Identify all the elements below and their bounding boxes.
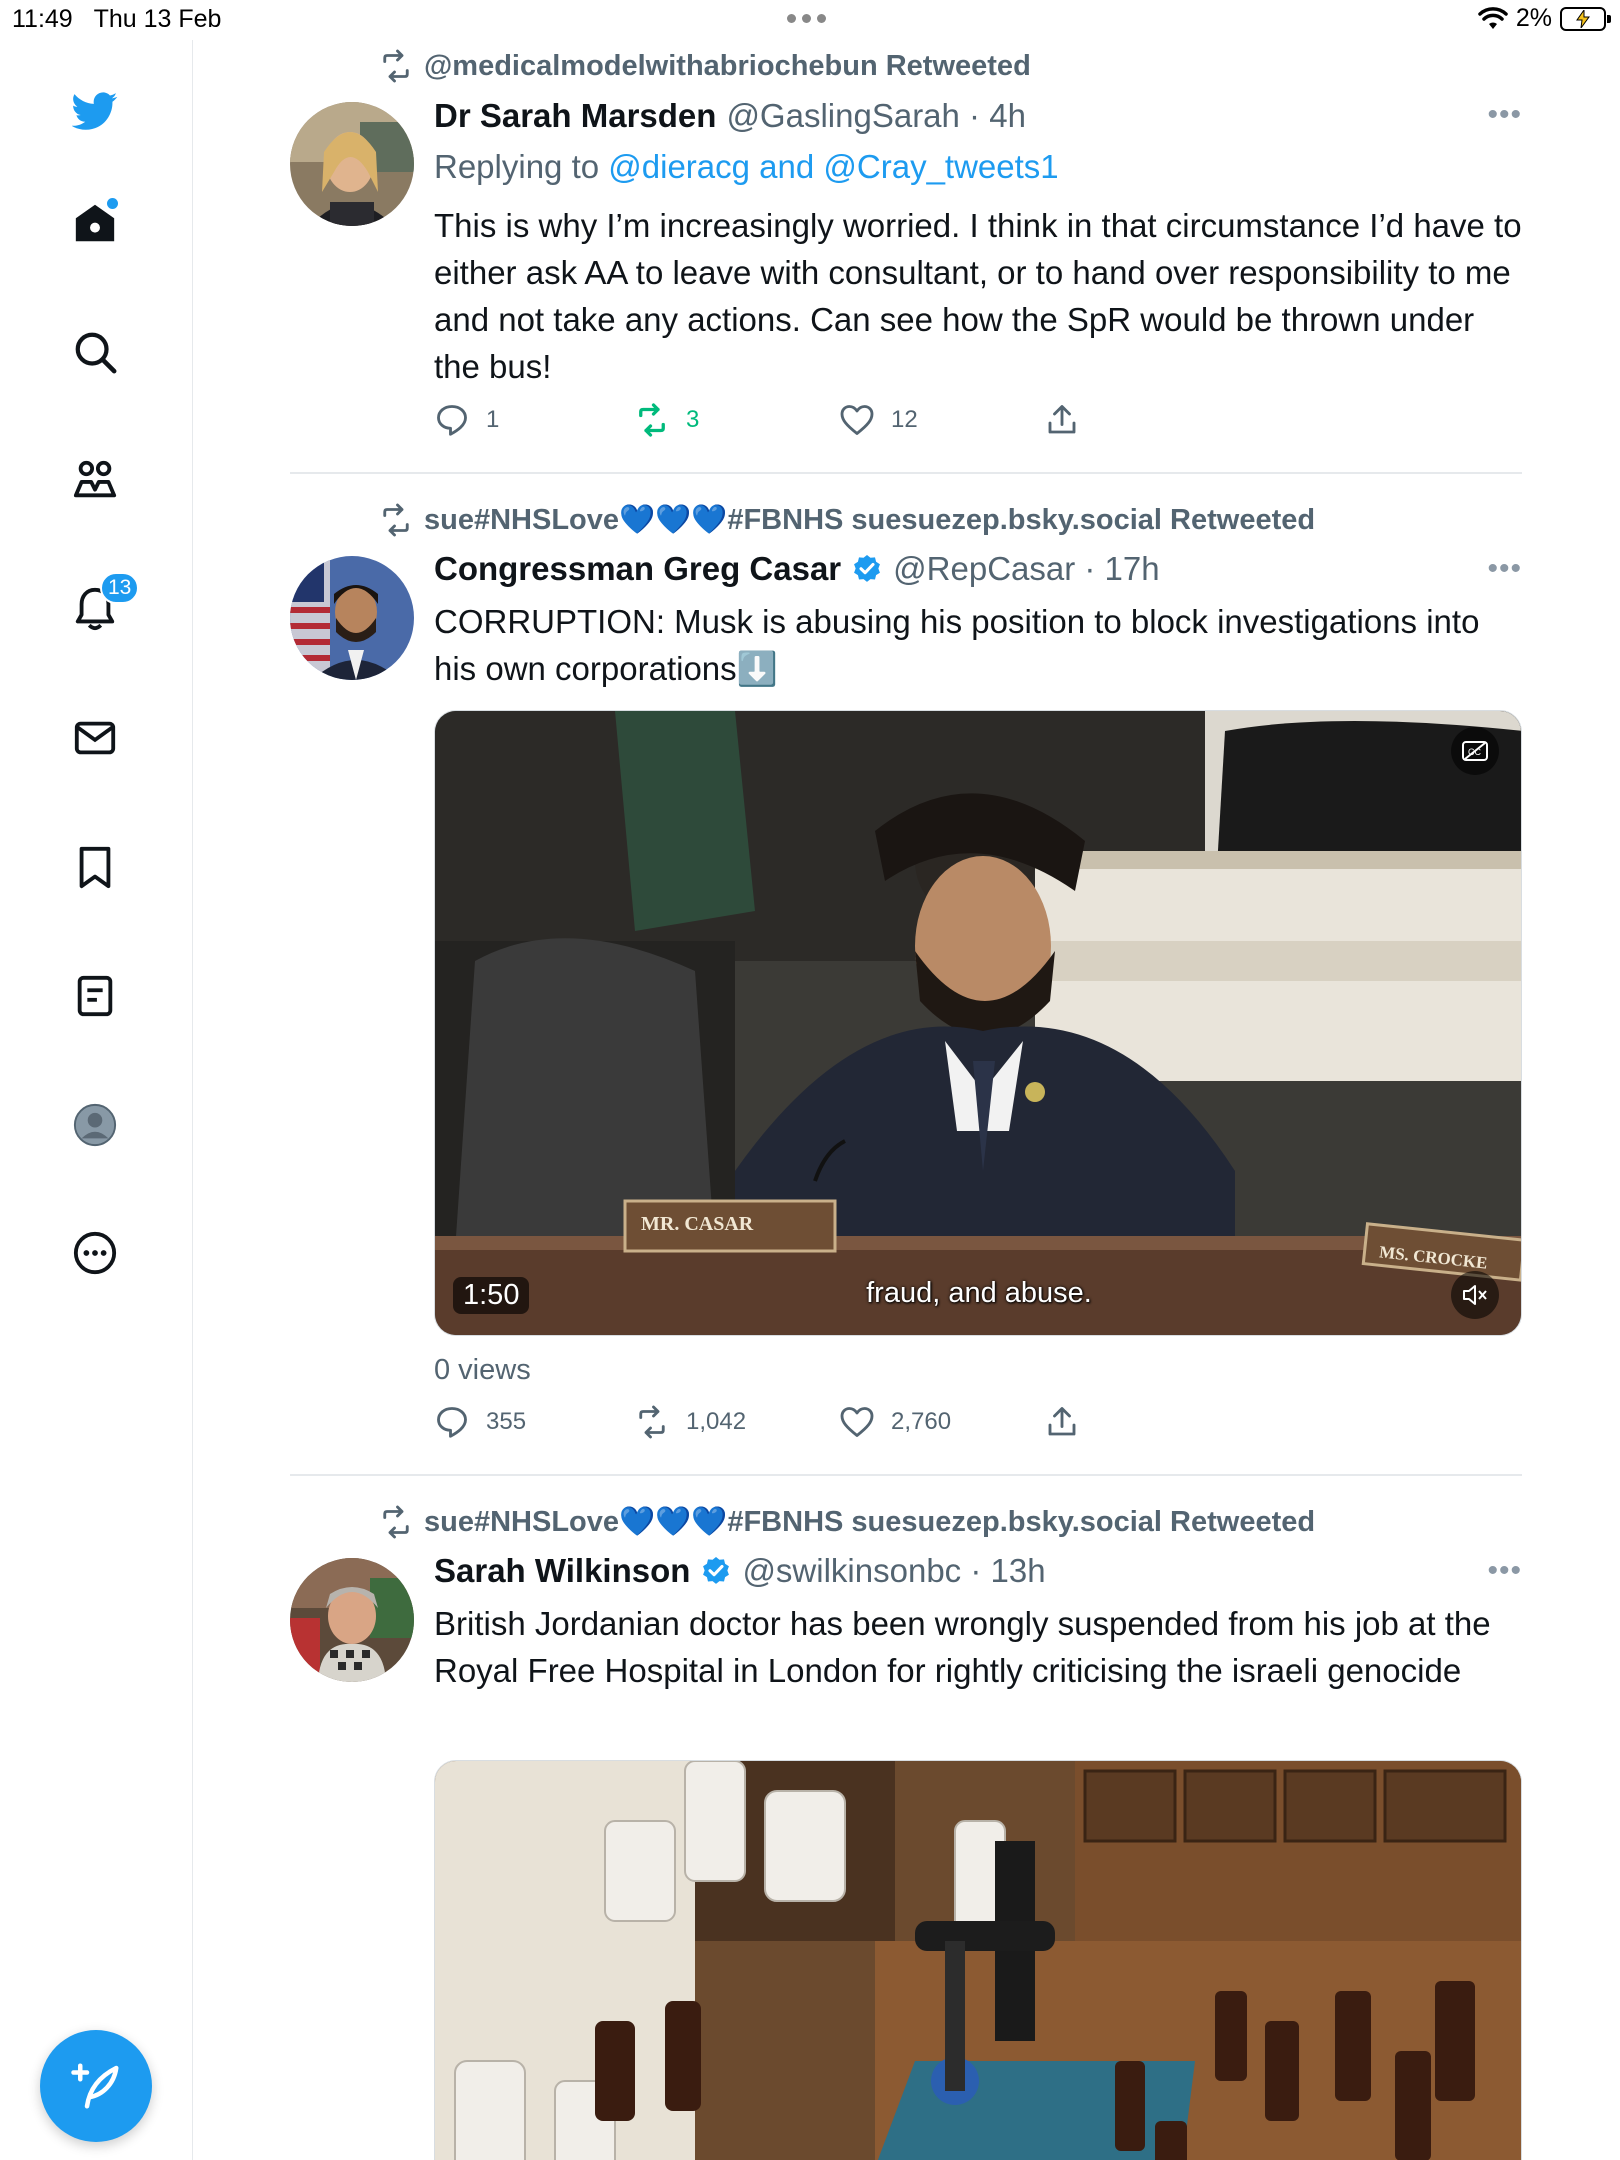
heart-icon <box>840 405 874 435</box>
display-name[interactable]: Sarah Wilkinson <box>434 1552 690 1590</box>
video-thumbnail <box>435 711 1521 1335</box>
retweet-count: 1,042 <box>686 1408 747 1435</box>
like-button[interactable]: 12 <box>839 402 1044 438</box>
twitter-logo-icon[interactable] <box>70 86 120 136</box>
battery-icon <box>1560 6 1611 31</box>
share-icon <box>1048 1407 1076 1436</box>
reply-count: 1 <box>486 406 500 433</box>
display-name[interactable]: Congressman Greg Casar <box>434 550 841 588</box>
retweeted-by-label[interactable]: sue#NHSLove💙💙💙#FBNHS suesuezep.bsky.soci… <box>424 503 1315 537</box>
home-icon[interactable] <box>70 198 120 248</box>
tweet-more-button[interactable]: ••• <box>1487 552 1522 586</box>
retweet-context: sue#NHSLove💙💙💙#FBNHS suesuezep.bsky.soci… <box>378 502 1315 538</box>
bookmarks-icon[interactable] <box>70 842 120 892</box>
tweet-actions: 1 3 12 <box>434 402 1080 438</box>
tweet-author[interactable]: Congressman Greg Casar @RepCasar · 17h <box>434 550 1160 588</box>
retweet-count: 3 <box>686 406 700 433</box>
nameplate-left: MR. CASAR <box>641 1213 754 1235</box>
tweet-more-button[interactable]: ••• <box>1487 1554 1522 1588</box>
status-bar: 11:49 Thu 13 Feb 2% <box>0 0 1620 40</box>
retweet-icon <box>383 1505 409 1539</box>
verified-badge-icon <box>854 555 881 582</box>
tweet-actions: 355 1,042 2,760 <box>434 1404 1080 1440</box>
retweeted-by-label[interactable]: @medicalmodelwithabriochebun Retweeted <box>424 50 1031 83</box>
avatar[interactable] <box>290 102 414 226</box>
unread-dot <box>107 198 118 209</box>
tweet-more-button[interactable]: ••• <box>1487 98 1522 132</box>
tweet-divider <box>290 1474 1522 1476</box>
avatar[interactable] <box>290 1558 414 1682</box>
battery-percent: 2% <box>1515 4 1552 32</box>
share-button[interactable] <box>1044 1404 1080 1440</box>
handle-timestamp[interactable]: @GaslingSarah · 4h <box>726 97 1025 135</box>
sidebar: 13 <box>0 40 193 2160</box>
reply-icon <box>437 405 467 436</box>
reply-button[interactable]: 355 <box>434 1404 634 1440</box>
svg-text:CC: CC <box>1468 747 1481 757</box>
retweet-context: @medicalmodelwithabriochebun Retweeted <box>378 48 1031 84</box>
multitasking-dots[interactable] <box>787 14 826 23</box>
share-icon <box>1048 405 1076 434</box>
tweet-text: CORRUPTION: Musk is abusing his position… <box>434 603 1480 687</box>
compose-tweet-button[interactable] <box>40 2030 152 2142</box>
verified-badge-icon <box>703 1557 730 1584</box>
retweet-context: sue#NHSLove💙💙💙#FBNHS suesuezep.bsky.soci… <box>378 1504 1315 1540</box>
reply-button[interactable]: 1 <box>434 402 634 438</box>
tweet-text: British Jordanian doctor has been wrongl… <box>434 1605 1491 1689</box>
retweet-icon <box>383 503 409 537</box>
media-photo <box>435 1761 1521 2160</box>
like-count: 2,760 <box>891 1408 952 1435</box>
avatar[interactable] <box>290 556 414 680</box>
video-subtitle: fraud, and abuse. <box>866 1277 1092 1309</box>
retweet-icon <box>639 403 665 437</box>
reply-icon <box>437 1407 467 1438</box>
status-time: 11:49 Thu 13 Feb <box>12 5 222 33</box>
video-player[interactable]: MR. CASAR MS. CROCKE fraud, and abuse. 1… <box>434 710 1522 1336</box>
tweet-image[interactable] <box>434 1760 1522 2160</box>
retweet-button[interactable]: 3 <box>634 402 839 438</box>
communities-icon[interactable] <box>70 455 120 505</box>
profile-icon[interactable] <box>70 1100 120 1150</box>
handle-timestamp[interactable]: @swilkinsonbc · 13h <box>742 1552 1045 1590</box>
captions-toggle-icon[interactable]: CC <box>1451 727 1499 775</box>
display-name[interactable]: Dr Sarah Marsden <box>434 97 716 135</box>
messages-icon[interactable] <box>70 713 120 763</box>
feather-plus-icon <box>71 2063 119 2109</box>
view-count: 0 views <box>434 1354 531 1386</box>
mute-toggle-icon[interactable] <box>1451 1271 1499 1319</box>
reply-count: 355 <box>486 1408 527 1435</box>
more-icon[interactable] <box>70 1228 120 1278</box>
tweet-author[interactable]: Sarah Wilkinson @swilkinsonbc · 13h <box>434 1552 1046 1590</box>
lists-icon[interactable] <box>70 971 120 1021</box>
tweet-text: This is why I’m increasingly worried. I … <box>434 207 1522 385</box>
retweeted-by-label[interactable]: sue#NHSLove💙💙💙#FBNHS suesuezep.bsky.soci… <box>424 1505 1315 1539</box>
share-button[interactable] <box>1044 402 1080 438</box>
video-duration: 1:50 <box>453 1277 530 1314</box>
reply-mentions-link[interactable]: @dieracg and @Cray_tweets1 <box>608 148 1058 185</box>
search-icon[interactable] <box>70 327 120 377</box>
notification-count-badge: 13 <box>100 572 140 604</box>
wifi-icon <box>1478 6 1508 29</box>
like-button[interactable]: 2,760 <box>839 1404 1044 1440</box>
status-indicators: 2% <box>1478 4 1611 33</box>
handle-timestamp[interactable]: @RepCasar · 17h <box>893 550 1159 588</box>
retweet-button[interactable]: 1,042 <box>634 1404 839 1440</box>
heart-icon <box>840 1407 874 1437</box>
notifications-icon[interactable]: 13 <box>70 572 140 634</box>
replying-to: Replying to @dieracg and @Cray_tweets1 <box>434 148 1059 185</box>
tweet-divider <box>290 472 1522 474</box>
retweet-icon <box>639 1405 665 1439</box>
retweet-icon <box>383 49 409 83</box>
like-count: 12 <box>891 406 918 433</box>
tweet-author[interactable]: Dr Sarah Marsden @GaslingSarah · 4h <box>434 97 1026 135</box>
